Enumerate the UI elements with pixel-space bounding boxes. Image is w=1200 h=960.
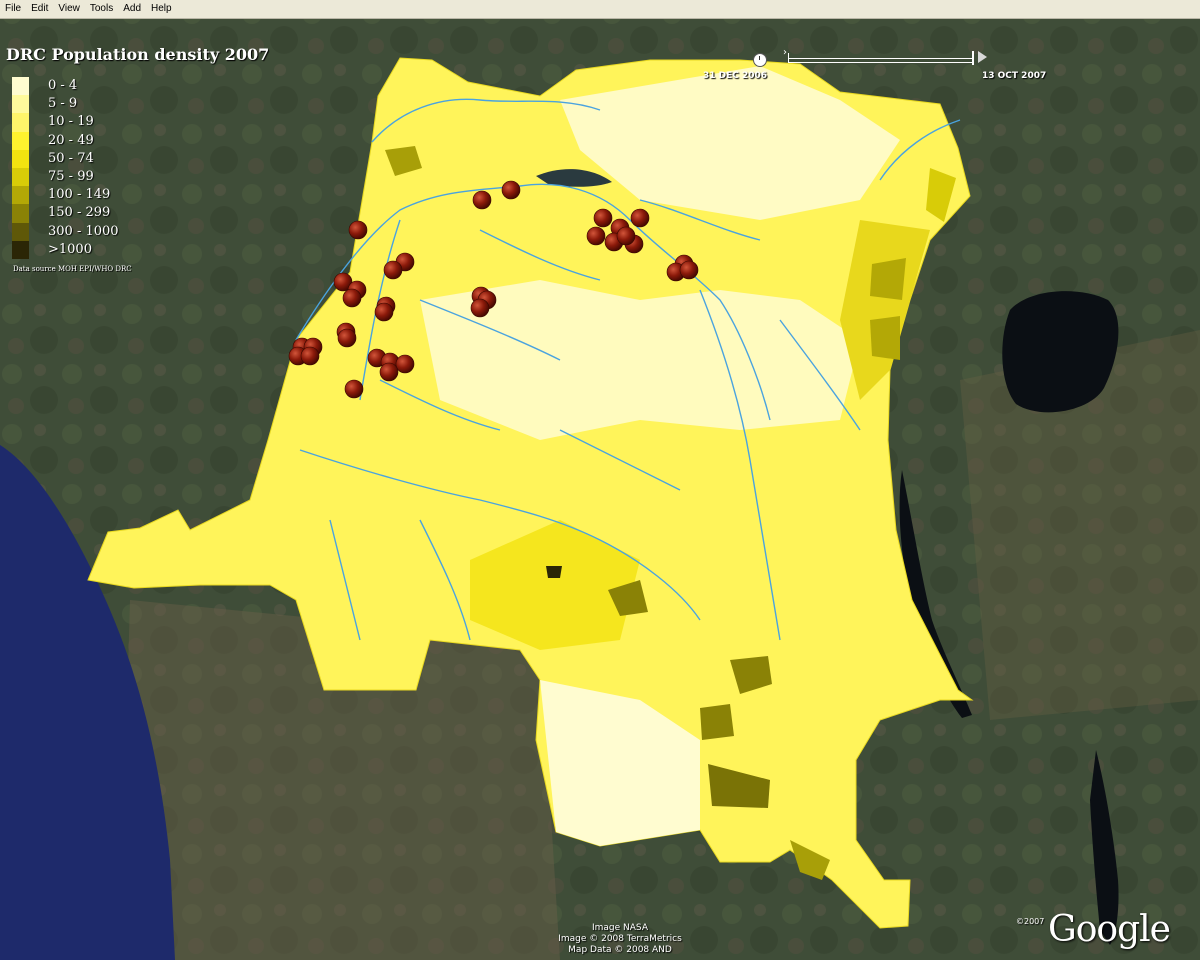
outbreak-marker[interactable]: [501, 180, 521, 200]
legend-row: 10 - 19: [12, 113, 172, 132]
outbreak-marker[interactable]: [337, 328, 357, 348]
google-copyright: ©2007: [1016, 917, 1045, 926]
outbreak-marker[interactable]: [300, 346, 320, 366]
menu-file[interactable]: File: [0, 0, 26, 18]
outbreak-marker[interactable]: [679, 260, 699, 280]
legend-data-source: Data source MOH EPI/WHO DRC: [13, 265, 132, 273]
menu-help[interactable]: Help: [146, 0, 177, 18]
menu-tools[interactable]: Tools: [85, 0, 118, 18]
legend-label: 150 - 299: [48, 205, 111, 221]
legend-swatch: [12, 222, 29, 241]
google-logo: Google: [1048, 909, 1171, 950]
legend-row: 20 - 49: [12, 131, 172, 150]
district-dense-9: [546, 566, 562, 578]
menu-view[interactable]: View: [53, 0, 85, 18]
district-dense-5: [870, 258, 906, 300]
district-dense-6: [870, 316, 900, 360]
legend-label: >1000: [48, 241, 92, 257]
outbreak-marker[interactable]: [472, 190, 492, 210]
legend-label: 75 - 99: [48, 168, 94, 184]
outbreak-marker[interactable]: [383, 260, 403, 280]
legend-row: 50 - 74: [12, 149, 172, 168]
legend-swatch: [12, 77, 29, 96]
legend-label: 5 - 9: [48, 96, 78, 112]
slider-end-date: 13 OCT 2007: [982, 71, 1047, 81]
legend: 0 - 4 5 - 9 10 - 19 20 - 49 50 - 74 75 -…: [12, 77, 172, 259]
legend-row: >1000: [12, 240, 172, 259]
outbreak-marker[interactable]: [616, 226, 636, 246]
outbreak-marker[interactable]: [348, 220, 368, 240]
map-view[interactable]: DRC Population density 2007 0 - 4 5 - 9 …: [0, 19, 1200, 960]
legend-swatch: [12, 186, 29, 205]
attribution-line: Image NASA: [592, 923, 648, 933]
satellite-map[interactable]: [0, 19, 1200, 960]
outbreak-marker[interactable]: [344, 379, 364, 399]
menu-add[interactable]: Add: [118, 0, 146, 18]
legend-label: 300 - 1000: [48, 223, 119, 239]
menu-edit[interactable]: Edit: [26, 0, 53, 18]
play-forward-icon[interactable]: [978, 51, 987, 63]
legend-row: 300 - 1000: [12, 222, 172, 241]
legend-swatch: [12, 149, 29, 168]
outbreak-marker[interactable]: [630, 208, 650, 228]
attribution-line: Map Data © 2008 AND: [568, 945, 672, 955]
outbreak-marker[interactable]: [374, 302, 394, 322]
time-slider[interactable]: › 31 DEC 2006 13 OCT 2007: [700, 43, 1080, 87]
legend-row: 150 - 299: [12, 204, 172, 223]
legend-label: 10 - 19: [48, 114, 94, 130]
outbreak-marker[interactable]: [395, 354, 415, 374]
attribution-line: Image © 2008 TerraMetrics: [558, 934, 682, 944]
legend-row: 100 - 149: [12, 186, 172, 205]
slider-track[interactable]: [788, 53, 974, 63]
legend-swatch: [12, 131, 29, 150]
legend-label: 50 - 74: [48, 150, 94, 166]
menu-bar: File Edit View Tools Add Help: [0, 0, 1200, 19]
legend-label: 0 - 4: [48, 78, 78, 93]
outbreak-marker[interactable]: [342, 288, 362, 308]
legend-row: 0 - 4: [12, 77, 172, 96]
district-dense-3: [700, 704, 734, 740]
map-title: DRC Population density 2007: [6, 45, 270, 64]
outbreak-marker[interactable]: [586, 226, 606, 246]
clock-icon[interactable]: [753, 53, 767, 67]
legend-swatch: [12, 95, 29, 114]
legend-swatch: [12, 113, 29, 132]
legend-swatch: [12, 204, 29, 223]
slider-end-handle[interactable]: [972, 51, 974, 65]
legend-row: 5 - 9: [12, 95, 172, 114]
legend-swatch: [12, 240, 29, 259]
slider-start-date: 31 DEC 2006: [703, 71, 768, 81]
imagery-attribution: Image NASA Image © 2008 TerraMetrics Map…: [520, 923, 720, 956]
outbreak-marker[interactable]: [379, 362, 399, 382]
legend-swatch: [12, 167, 29, 187]
legend-row: 75 - 99: [12, 167, 172, 187]
legend-label: 20 - 49: [48, 132, 94, 148]
legend-label: 100 - 149: [48, 187, 111, 203]
outbreak-marker[interactable]: [470, 298, 490, 318]
outbreak-marker[interactable]: [593, 208, 613, 228]
